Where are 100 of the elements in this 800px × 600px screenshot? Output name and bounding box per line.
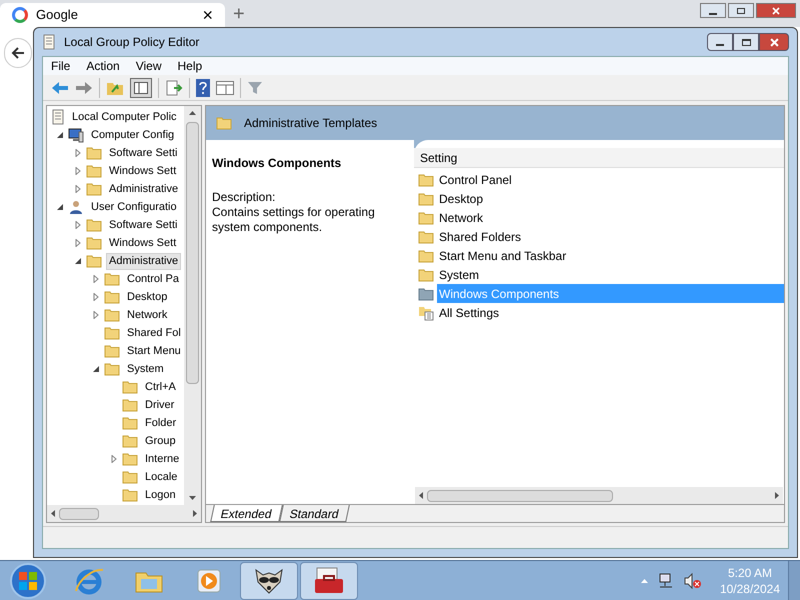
expand-arrow-icon[interactable]: [110, 455, 118, 463]
folder-icon: [418, 210, 434, 224]
folder-icon: [86, 218, 102, 232]
maximize-button[interactable]: [728, 3, 754, 18]
tree-item[interactable]: Folder: [142, 414, 180, 432]
horizontal-scrollbar[interactable]: [415, 487, 783, 504]
collapse-arrow-icon[interactable]: [56, 203, 64, 211]
maximize-button[interactable]: [733, 33, 759, 51]
back-button[interactable]: [4, 38, 32, 68]
list-item[interactable]: System: [437, 265, 784, 284]
menu-item[interactable]: Action: [86, 57, 120, 75]
help-icon[interactable]: [196, 78, 210, 96]
column-header[interactable]: Setting: [414, 148, 784, 168]
window-title: Local Group Policy Editor: [64, 34, 200, 51]
folder-icon: [104, 362, 120, 376]
show-hidden-icons-icon[interactable]: [640, 578, 648, 582]
muted-speaker-icon[interactable]: [684, 572, 702, 588]
expand-arrow-icon[interactable]: [74, 185, 82, 193]
tree-item[interactable]: Group: [142, 432, 179, 450]
list-item[interactable]: Network: [437, 208, 784, 227]
horizontal-scrollbar[interactable]: [47, 505, 201, 522]
tree-item[interactable]: Logon: [142, 486, 179, 504]
minimize-button[interactable]: [700, 3, 726, 18]
description-label: Description:: [212, 190, 276, 205]
tree-item[interactable]: User Configuratio: [88, 198, 180, 216]
collapse-arrow-icon[interactable]: [92, 365, 100, 373]
scroll-left-icon[interactable]: [419, 492, 423, 499]
tree-item[interactable]: Windows Sett: [106, 234, 180, 252]
tree-item[interactable]: Windows Sett: [106, 162, 180, 180]
list-item[interactable]: Desktop: [437, 189, 784, 208]
browser-tab[interactable]: Google ×: [0, 3, 225, 27]
close-icon: [772, 6, 780, 14]
panes-icon[interactable]: [216, 80, 234, 94]
show-tree-button[interactable]: [130, 78, 152, 98]
close-button[interactable]: [759, 33, 789, 51]
tree-item[interactable]: Interne: [142, 450, 182, 468]
document-icon: [42, 34, 56, 50]
tree-item[interactable]: Shared Fol: [124, 324, 184, 342]
expand-arrow-icon[interactable]: [74, 149, 82, 157]
folder-icon: [104, 290, 120, 304]
back-arrow-icon[interactable]: [51, 80, 69, 94]
tree-item[interactable]: Administrative: [106, 180, 182, 198]
menu-item[interactable]: View: [136, 57, 162, 75]
tree-item[interactable]: Network: [124, 306, 170, 324]
expand-arrow-icon[interactable]: [92, 293, 100, 301]
forward-arrow-icon[interactable]: [75, 80, 93, 94]
tree-item[interactable]: Local Computer Polic: [69, 108, 180, 126]
folder-icon: [104, 308, 120, 322]
collapse-arrow-icon[interactable]: [56, 131, 64, 139]
folder-icon: [122, 452, 138, 466]
close-tab-button[interactable]: ×: [202, 6, 213, 24]
scroll-right-icon[interactable]: [193, 510, 197, 517]
tree-item[interactable]: System: [124, 360, 167, 378]
tree-item[interactable]: Driver: [142, 396, 178, 414]
minimize-button[interactable]: [707, 33, 733, 51]
expand-arrow-icon[interactable]: [74, 167, 82, 175]
tree-item[interactable]: Locale: [142, 468, 180, 486]
list-item[interactable]: All Settings: [437, 303, 784, 322]
close-button[interactable]: [756, 3, 796, 18]
view-tab[interactable]: Extended: [210, 505, 283, 522]
folder-icon: [418, 248, 434, 262]
scroll-down-icon[interactable]: [189, 496, 196, 500]
view-tab[interactable]: Standard: [278, 505, 350, 522]
tree-item[interactable]: Start Menu: [124, 342, 184, 360]
collapse-arrow-icon[interactable]: [74, 257, 82, 265]
export-icon[interactable]: [165, 80, 183, 96]
vertical-scrollbar[interactable]: [184, 106, 201, 505]
scroll-right-icon[interactable]: [775, 492, 779, 499]
header-title: Administrative Templates: [244, 115, 378, 132]
tree-item[interactable]: Software Setti: [106, 144, 180, 162]
list-item[interactable]: Start Menu and Taskbar: [437, 246, 784, 265]
expand-arrow-icon[interactable]: [74, 239, 82, 247]
tree-item[interactable]: Computer Config: [88, 126, 178, 144]
computer-icon: [68, 127, 84, 143]
back-arrow-icon: [10, 45, 26, 61]
menu-item[interactable]: Help: [178, 57, 202, 75]
tree-item[interactable]: Control Pa: [124, 270, 182, 288]
folder-icon: [122, 380, 138, 394]
network-icon[interactable]: [658, 572, 674, 588]
start-button[interactable]: [10, 562, 46, 598]
google-icon: [12, 7, 28, 23]
expand-arrow-icon[interactable]: [92, 311, 100, 319]
tab-title: Google: [36, 6, 79, 24]
scroll-left-icon[interactable]: [51, 510, 55, 517]
tree-item[interactable]: Ctrl+A: [142, 378, 179, 396]
scroll-up-icon[interactable]: [189, 111, 196, 115]
taskbar-button[interactable]: [240, 562, 298, 600]
new-tab-button[interactable]: +: [225, 2, 253, 24]
taskbar-button[interactable]: [300, 562, 358, 600]
folder-icon: [86, 164, 102, 178]
menu-item[interactable]: File: [51, 57, 70, 75]
user-icon: [68, 199, 84, 215]
expand-arrow-icon[interactable]: [92, 275, 100, 283]
tree-item[interactable]: Software Setti: [106, 216, 180, 234]
expand-arrow-icon[interactable]: [74, 221, 82, 229]
folder-icon: [104, 272, 120, 286]
list-item[interactable]: Shared Folders: [437, 227, 784, 246]
tree-item[interactable]: Administrative: [106, 252, 182, 270]
list-item[interactable]: Control Panel: [437, 170, 784, 189]
tree-item[interactable]: Desktop: [124, 288, 170, 306]
